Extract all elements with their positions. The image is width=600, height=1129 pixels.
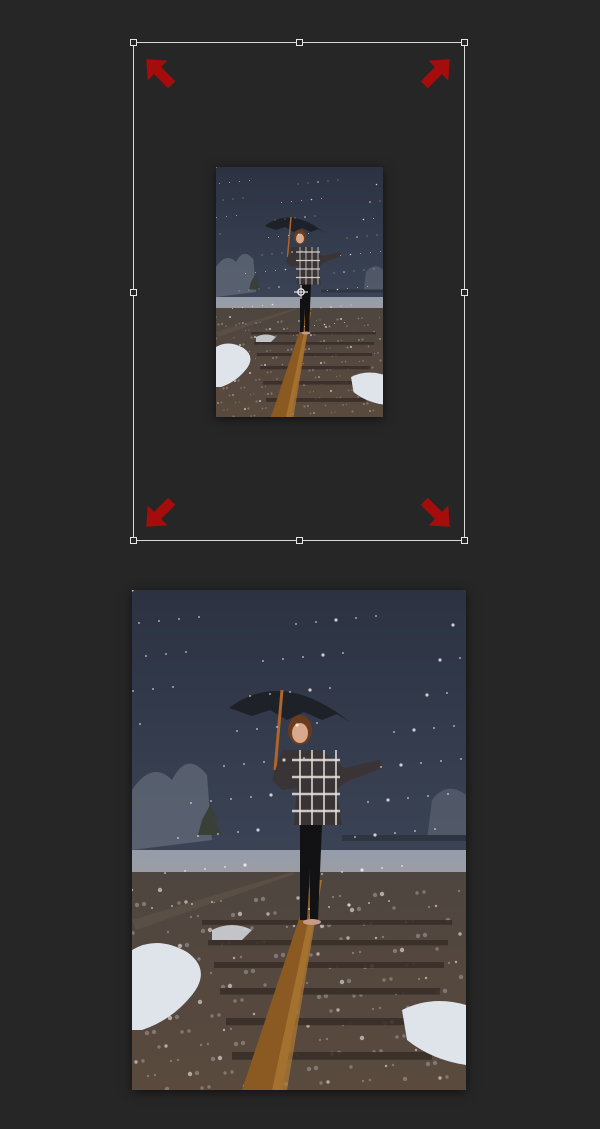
transform-reference-point-icon[interactable] (294, 285, 308, 299)
transform-handle-bottom-center[interactable] (296, 537, 303, 544)
layer-photo-scaled[interactable] (132, 590, 466, 1090)
arrow-up-right-icon (415, 50, 459, 94)
editor-canvas (0, 0, 600, 1129)
transform-handle-top-left[interactable] (130, 39, 137, 46)
arrow-up-left-icon (137, 50, 181, 94)
transform-handle-top-right[interactable] (461, 39, 468, 46)
transform-handle-top-center[interactable] (296, 39, 303, 46)
transform-handle-middle-left[interactable] (130, 289, 137, 296)
transform-handle-middle-right[interactable] (461, 289, 468, 296)
transform-handle-bottom-right[interactable] (461, 537, 468, 544)
arrow-down-right-icon (415, 492, 459, 536)
arrow-down-left-icon (137, 492, 181, 536)
transform-handle-bottom-left[interactable] (130, 537, 137, 544)
